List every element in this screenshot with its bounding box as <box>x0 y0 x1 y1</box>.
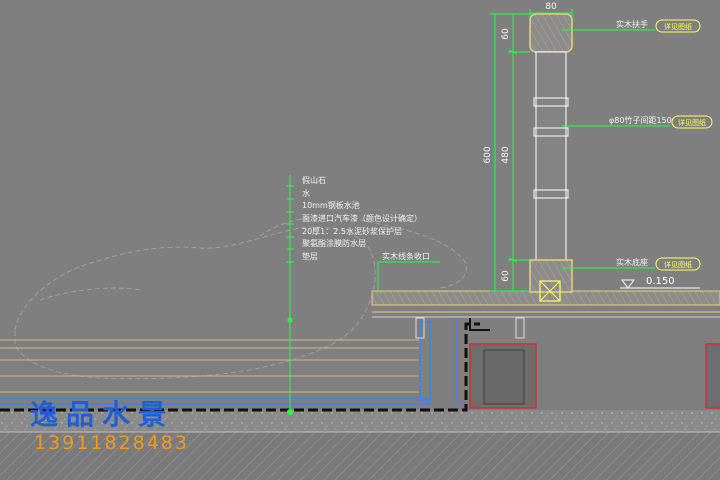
timber-deck <box>371 290 720 339</box>
deck-board <box>371 290 720 306</box>
dim-post-height: 480 <box>501 146 511 163</box>
dim-rail-height: 60 <box>501 28 511 40</box>
callout-leaders <box>562 29 670 269</box>
cad-drawing-canvas: 80 60 600 480 60 实木扶手 详见图纸 φ80竹子间距150 详见… <box>0 0 720 480</box>
layer-labels: 假山石 水 10mm钢板水池 面漆进口汽车漆（颜色设计确定） 20厚1：2.5水… <box>302 175 422 261</box>
watermark-phone: 13911828483 <box>34 432 189 454</box>
support-piers <box>469 343 720 409</box>
elevation-mark: 0.150 <box>620 276 700 289</box>
callout-text: φ80竹子间距150 <box>609 115 672 125</box>
handrail <box>529 13 573 53</box>
callout-tag: 详见图纸 <box>664 22 692 31</box>
callout-text: 实木底座 <box>616 257 648 267</box>
layer-label: 面漆进口汽车漆（颜色设计确定） <box>302 213 422 223</box>
edge-trim-label: 实木线条收口 <box>382 251 430 261</box>
layer-label: 10mm钢板水池 <box>302 200 360 210</box>
dim-base-height: 60 <box>501 270 511 282</box>
layer-label: 垫层 <box>302 251 318 261</box>
bamboo-post <box>535 51 567 261</box>
watermark-title: 逸品水景 <box>30 398 174 431</box>
callout-text: 实木扶手 <box>616 19 648 29</box>
section-drawing: 80 60 600 480 60 实木扶手 详见图纸 φ80竹子间距150 详见… <box>0 2 720 480</box>
layer-label: 20厚1：2.5水泥砂浆保护层 <box>302 226 402 236</box>
dim-total-height: 600 <box>483 146 493 163</box>
brick-pier <box>705 343 720 409</box>
callout-tag: 详见图纸 <box>678 118 706 127</box>
layer-leader <box>286 175 294 415</box>
timber-base <box>529 259 573 293</box>
railing <box>529 13 573 302</box>
layer-label: 假山石 <box>302 175 326 185</box>
edge-trim-callout: 实木线条收口 <box>377 251 440 292</box>
elevation-value: 0.150 <box>646 276 675 287</box>
layer-label: 聚氨酯涂膜防水层 <box>302 238 366 248</box>
dim-top-width: 80 <box>545 2 557 12</box>
water-lines <box>0 339 420 393</box>
callout-tag: 详见图纸 <box>664 260 692 269</box>
watermark: 逸品水景 13911828483 <box>30 398 189 454</box>
steel-plate-outer <box>455 318 466 403</box>
layer-label: 水 <box>302 188 310 198</box>
steel-plate-wall <box>419 321 431 401</box>
